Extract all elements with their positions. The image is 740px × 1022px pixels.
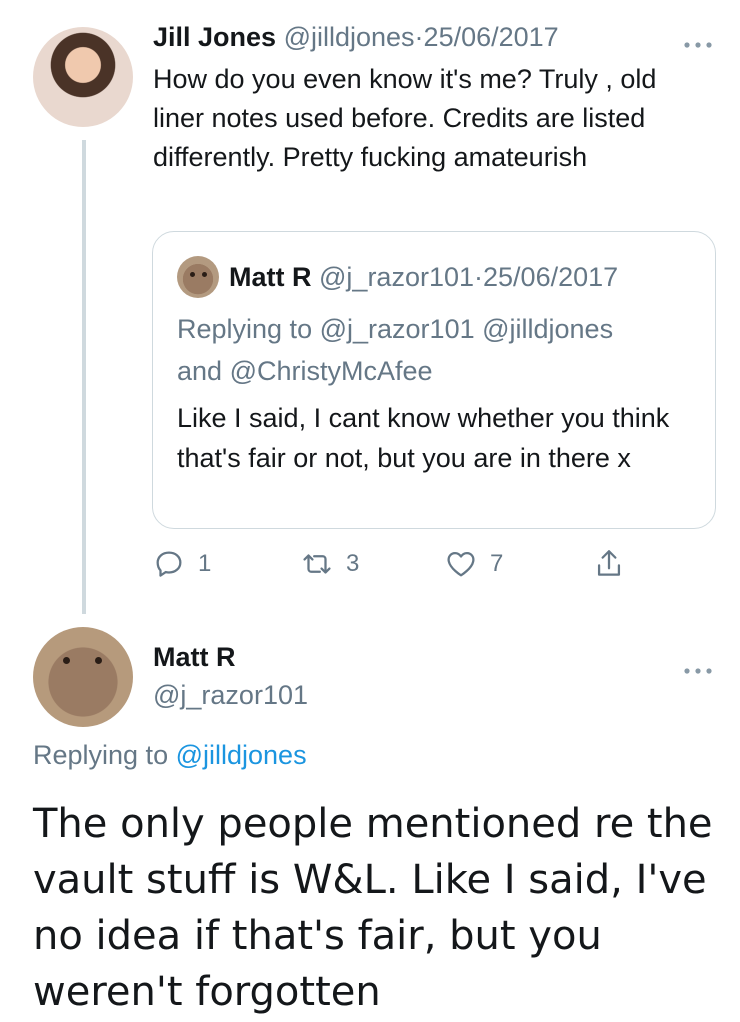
like-count: 7 xyxy=(490,550,504,577)
more-horizontal-icon[interactable] xyxy=(683,652,713,683)
tweet-text: How do you even know it's me? Truly , ol… xyxy=(153,64,657,172)
author-handle[interactable]: @j_razor101 xyxy=(153,680,308,711)
tweet-text: The only people mentioned re the vault s… xyxy=(33,801,713,1015)
retweet-icon xyxy=(303,554,331,574)
avatar[interactable] xyxy=(33,27,133,127)
share-button[interactable] xyxy=(592,547,626,581)
quoted-tweet-header: Matt R @j_razor101·25/06/2017 xyxy=(229,262,618,293)
tweet-date[interactable]: 25/06/2017 xyxy=(424,22,559,52)
avatar[interactable] xyxy=(33,627,133,727)
replying-mention[interactable]: @jilldjones xyxy=(176,740,307,770)
more-horizontal-icon xyxy=(684,42,712,48)
quoted-replying-to: Replying to @j_razor101 @jilldjones and … xyxy=(177,308,613,392)
reply-button[interactable]: 1 xyxy=(152,547,211,581)
replying-prefix: Replying to xyxy=(177,314,313,344)
replying-and: and xyxy=(177,356,223,386)
retweet-count: 3 xyxy=(346,550,360,577)
reply-count: 1 xyxy=(198,550,212,577)
quoted-tweet-date: 25/06/2017 xyxy=(483,262,619,292)
replying-prefix: Replying to xyxy=(33,740,169,770)
more-horizontal-icon xyxy=(684,668,712,674)
quoted-author-handle: @j_razor101 xyxy=(319,262,475,292)
author-name[interactable]: Jill Jones xyxy=(153,22,276,52)
quoted-author-name: Matt R xyxy=(229,262,312,292)
thread-line xyxy=(82,140,86,614)
share-icon xyxy=(597,550,621,576)
replying-mentions: @j_razor101 @jilldjones xyxy=(319,314,614,344)
replying-to: Replying to @jilldjones xyxy=(33,740,307,771)
quoted-tweet-card[interactable]: Matt R @j_razor101·25/06/2017 Replying t… xyxy=(152,231,716,529)
heart-icon xyxy=(447,551,475,577)
author-handle[interactable]: @jilldjones xyxy=(284,22,415,52)
reply-icon xyxy=(156,551,182,577)
author-name[interactable]: Matt R xyxy=(153,642,236,673)
separator: · xyxy=(414,22,424,52)
like-button[interactable]: 7 xyxy=(444,547,503,581)
separator: · xyxy=(474,262,484,292)
tweet-actions: 1 3 7 xyxy=(152,547,652,587)
retweet-button[interactable]: 3 xyxy=(300,547,359,581)
more-horizontal-icon[interactable] xyxy=(683,26,713,57)
quoted-tweet-text: Like I said, I cant know whether you thi… xyxy=(177,403,670,473)
replying-mention-2: @ChristyMcAfee xyxy=(229,356,433,386)
tweet-header: Jill Jones @jilldjones·25/06/2017 xyxy=(153,22,559,53)
avatar xyxy=(177,256,219,298)
